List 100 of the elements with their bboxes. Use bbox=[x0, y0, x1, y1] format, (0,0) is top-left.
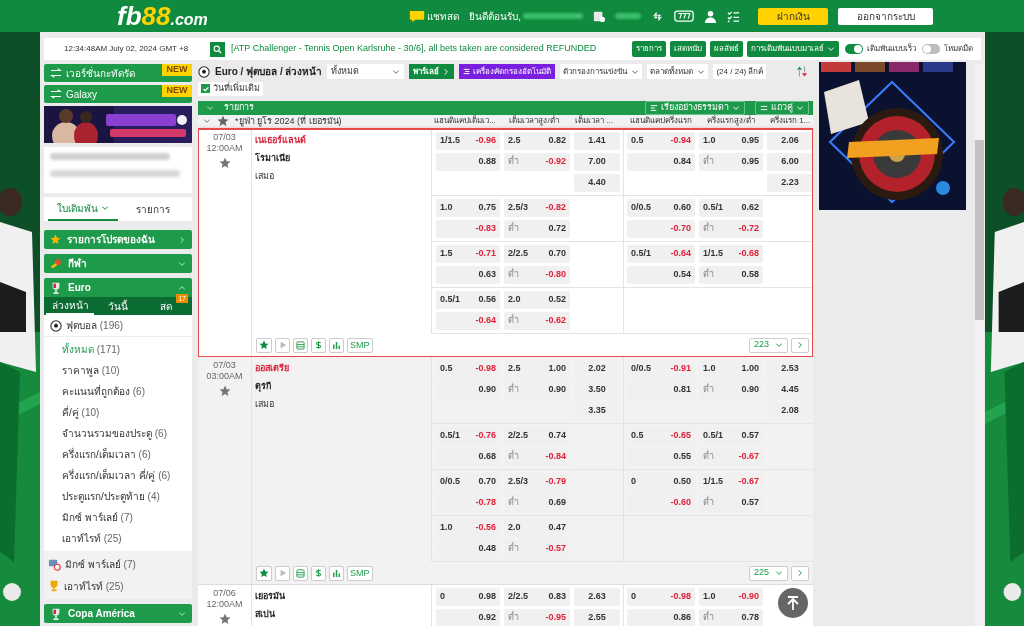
sidebar-section-header[interactable]: Euro bbox=[44, 278, 192, 297]
search-button[interactable] bbox=[210, 41, 225, 57]
checklist-icon[interactable] bbox=[727, 9, 740, 23]
version-banner[interactable]: เวอร์ชั่นกะทัดรัด NEW bbox=[44, 64, 192, 82]
odds-cell[interactable]: 2.0 0.52 bbox=[504, 291, 570, 309]
stats-table-button[interactable] bbox=[293, 337, 308, 353]
odds-cell[interactable]: ต่ำ -0.72 bbox=[699, 220, 763, 238]
odds-cell[interactable]: 1/1.5 -0.96 bbox=[436, 132, 500, 150]
odds-cell[interactable]: 2.06 bbox=[767, 132, 813, 150]
wallet-icon[interactable] bbox=[593, 10, 605, 22]
market-item[interactable]: ประตูแรก/ประตูท้าย (4) bbox=[62, 489, 160, 504]
odds-cell[interactable]: 0.54 bbox=[627, 266, 695, 284]
chart-button[interactable] bbox=[329, 337, 344, 353]
star-icon[interactable] bbox=[218, 613, 231, 625]
nav-button[interactable]: เสดหนับ bbox=[670, 41, 706, 57]
favorite-button[interactable] bbox=[256, 337, 272, 353]
odds-cell[interactable]: -0.64 bbox=[436, 312, 500, 330]
market-item[interactable]: ราคาพูล (10) bbox=[62, 363, 120, 378]
market-count-dropdown[interactable]: 225 bbox=[748, 565, 788, 581]
category-dropdown[interactable]: ทั้งหมด bbox=[327, 64, 405, 79]
odds-cell[interactable]: 2.23 bbox=[767, 174, 813, 192]
odds-cell[interactable]: 4.40 bbox=[574, 174, 620, 192]
odds-cell[interactable]: 2/2.5 0.70 bbox=[504, 245, 570, 263]
toggle-switch[interactable] bbox=[922, 44, 940, 54]
odds-cell[interactable]: 2.63 bbox=[574, 588, 620, 606]
odds-cell[interactable]: ต่ำ -0.80 bbox=[504, 266, 570, 284]
sidebar-tab[interactable]: รายการ bbox=[118, 197, 188, 221]
odds-cell[interactable]: 2.5/3 -0.82 bbox=[504, 199, 570, 217]
star-icon[interactable] bbox=[217, 115, 229, 128]
sidebar-item[interactable]: มิกซ์ พาร์เลย์ (7) bbox=[65, 556, 136, 572]
sidebar-tab[interactable]: ใบเดิมพัน bbox=[48, 197, 118, 221]
sidebar-section-header[interactable]: Copa América bbox=[44, 604, 192, 623]
chat-bubble-icon[interactable] bbox=[409, 9, 426, 23]
toggle-switch[interactable] bbox=[845, 44, 863, 54]
logout-button[interactable]: ออกจากระบบ bbox=[838, 7, 933, 25]
sidebar-item[interactable]: เอาท์ไรท์ (25) bbox=[64, 578, 124, 594]
odds-type-dropdown[interactable]: การเดิมพันแบบมาเลย์ bbox=[747, 41, 839, 57]
view-dropdown[interactable]: แถวคู่ bbox=[755, 100, 809, 115]
odds-cell[interactable]: 1/1.5 -0.68 bbox=[699, 245, 763, 263]
odds-cell[interactable]: 0.92 bbox=[436, 609, 500, 626]
market-item[interactable]: คะแนนที่ถูกต้อง (6) bbox=[62, 384, 145, 399]
filter-dropdown[interactable]: ตัวกรองการแข่งขัน bbox=[560, 64, 643, 79]
slot-machine-icon[interactable] bbox=[674, 10, 694, 22]
odds-cell[interactable]: ต่ำ -0.62 bbox=[504, 312, 570, 330]
market-item[interactable]: มิกซ์ พาร์เลย์ (7) bbox=[62, 510, 133, 525]
more-dates-checkbox[interactable]: วันที่เพิ่มเติม bbox=[198, 82, 263, 96]
odds-cell[interactable]: -0.70 bbox=[627, 220, 695, 238]
sort-dropdown[interactable]: เรียงอย่างธรรมดา bbox=[645, 100, 745, 115]
nav-button[interactable]: ผลลัพธ์ bbox=[710, 41, 743, 57]
odds-cell[interactable]: 0.86 bbox=[627, 609, 695, 626]
filter-dropdown[interactable]: ตลาดทั้งหมด bbox=[647, 64, 709, 79]
team-name[interactable]: ตุรกี bbox=[255, 377, 431, 395]
scrollbar[interactable] bbox=[975, 64, 984, 626]
market-item[interactable]: คี่/คู่ (10) bbox=[62, 405, 100, 420]
logo[interactable]: fb88.com bbox=[117, 3, 208, 29]
odds-cell[interactable]: ต่ำ 0.95 bbox=[699, 153, 763, 171]
odds-cell[interactable]: 1.0 0.75 bbox=[436, 199, 500, 217]
sidebar-subtab[interactable]: วันนี้ bbox=[94, 297, 142, 315]
odds-cell[interactable]: 1.5 -0.71 bbox=[436, 245, 500, 263]
smp-button[interactable]: SMP bbox=[347, 565, 373, 581]
odds-cell[interactable]: 2.5 0.82 bbox=[504, 132, 570, 150]
odds-cell[interactable]: 0 -0.98 bbox=[627, 588, 695, 606]
refresh-icon[interactable] bbox=[651, 9, 664, 23]
team-name[interactable]: สเปน bbox=[255, 605, 431, 623]
odds-cell[interactable]: ต่ำ -0.92 bbox=[504, 153, 570, 171]
odds-cell[interactable]: ต่ำ 0.78 bbox=[699, 609, 763, 626]
odds-cell[interactable]: 0.5/1 -0.64 bbox=[627, 245, 695, 263]
auto-filter-button[interactable]: เครื่องคัดกรองอัตโนมัติ bbox=[459, 64, 556, 79]
star-icon[interactable] bbox=[218, 385, 231, 397]
team-name[interactable]: เยอรมัน bbox=[255, 587, 431, 605]
odds-cell[interactable]: 6.00 bbox=[767, 153, 813, 171]
odds-cell[interactable]: 0.88 bbox=[436, 153, 500, 171]
odds-cell[interactable]: ต่ำ -0.95 bbox=[504, 609, 570, 626]
odds-cell[interactable]: 1.0 -0.90 bbox=[699, 588, 763, 606]
odds-cell[interactable]: 0.5/1 0.56 bbox=[436, 291, 500, 309]
parlay-button[interactable]: พาร์เลย์ bbox=[409, 64, 455, 79]
odds-cell[interactable]: 1.0 0.95 bbox=[699, 132, 763, 150]
odds-cell[interactable]: -0.83 bbox=[436, 220, 500, 238]
odds-cell[interactable]: 0.84 bbox=[627, 153, 695, 171]
nav-button[interactable]: รายการ bbox=[632, 41, 666, 57]
sidebar-section-header[interactable]: กีฬา bbox=[44, 254, 192, 273]
cash-button[interactable] bbox=[311, 565, 326, 581]
odds-cell[interactable]: ต่ำ 0.72 bbox=[504, 220, 570, 238]
market-item[interactable]: ครึ่งแรก/เต็มเวลา คี่/คู่ (6) bbox=[62, 468, 171, 483]
market-item[interactable]: จำนวนรวมของประตู (6) bbox=[62, 426, 167, 441]
odds-cell[interactable]: 0.5/1 0.62 bbox=[699, 199, 763, 217]
sort-arrows-icon[interactable] bbox=[797, 65, 807, 78]
odds-cell[interactable]: 0/0.5 0.60 bbox=[627, 199, 695, 217]
live-chat-link[interactable]: แชทสด bbox=[427, 8, 460, 24]
market-item[interactable]: ครึ่งแรก/เต็มเวลา (6) bbox=[62, 447, 151, 462]
star-icon[interactable] bbox=[218, 157, 231, 169]
team-name[interactable]: ออสเตรีย bbox=[255, 359, 431, 377]
odds-cell[interactable]: ต่ำ 0.58 bbox=[699, 266, 763, 284]
version-banner[interactable]: Galaxy NEW bbox=[44, 85, 192, 103]
odds-cell[interactable]: 7.00 bbox=[574, 153, 620, 171]
sport-item[interactable]: ฟุตบอล (196) bbox=[66, 318, 124, 333]
smp-button[interactable]: SMP bbox=[347, 337, 373, 353]
team-name[interactable]: โรมาเนีย bbox=[255, 149, 431, 167]
favorite-button[interactable] bbox=[256, 565, 272, 581]
cash-button[interactable] bbox=[311, 337, 326, 353]
